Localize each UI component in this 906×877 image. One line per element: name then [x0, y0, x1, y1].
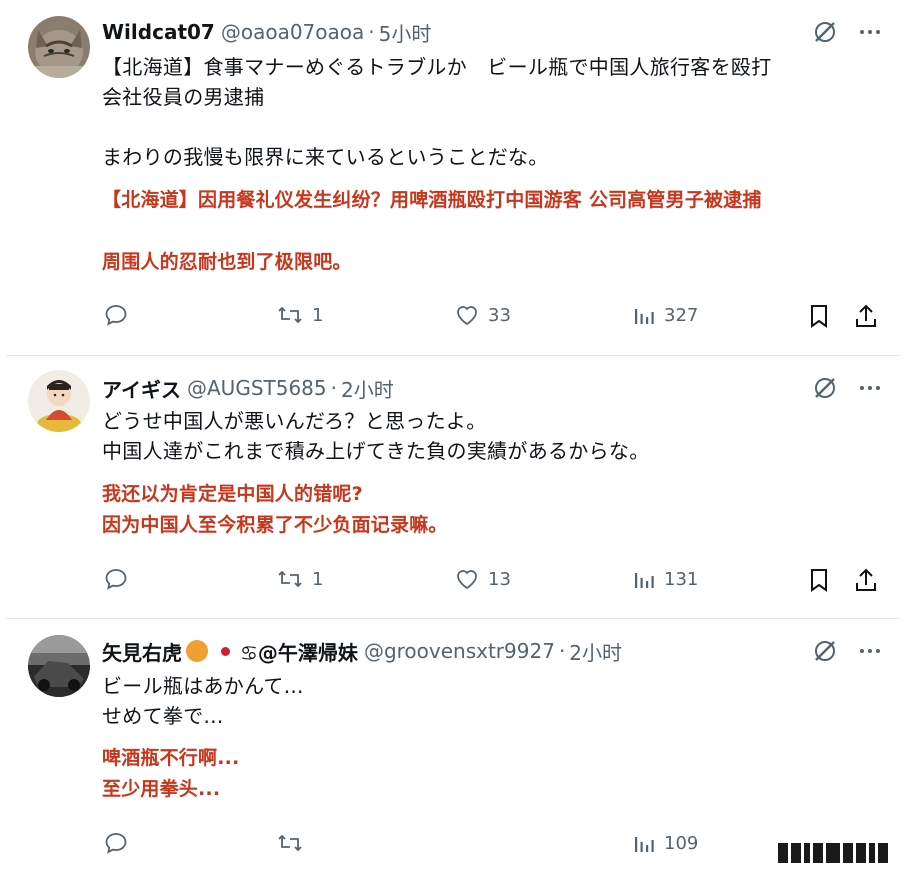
tweet-text-line: 【北海道】食事マナーめぐるトラブルか ビール瓶で中国人旅行客を殴打 — [102, 55, 772, 79]
like-icon — [457, 306, 477, 326]
reply-icon — [105, 305, 127, 326]
like-count: 33 — [488, 304, 511, 326]
reply-button[interactable] — [104, 303, 136, 327]
translation-line: 至少用拳头... — [102, 778, 221, 800]
tweet-top-actions — [812, 374, 882, 402]
orange-circle-badge — [186, 640, 208, 662]
tweet[interactable]: アイギス @AUGST5685 · 2小时 どうせ中国人が悪いんだろ？と思ったよ… — [0, 356, 906, 618]
timestamp[interactable]: 2小时 — [569, 637, 622, 666]
like-button[interactable]: 33 — [454, 303, 511, 327]
avatar[interactable] — [28, 16, 90, 78]
tweet-top-actions — [812, 18, 882, 46]
share-button[interactable] — [854, 567, 878, 593]
tweet-text-line: せめて拳で... — [102, 704, 224, 728]
separator-dot: · — [558, 639, 566, 663]
tweet[interactable]: 矢見右虎 ♋@午澤帰妹 @groovensxtr9927 · 2小时 ビール瓶は… — [0, 619, 906, 877]
tweet-text-line: 会社役員の男逮捕 — [102, 85, 265, 109]
display-name[interactable]: アイギス — [102, 374, 181, 403]
view-count: 327 — [664, 304, 699, 326]
timestamp[interactable]: 2小时 — [341, 374, 394, 403]
like-count: 13 — [488, 568, 511, 590]
display-name[interactable]: Wildcat07 — [102, 20, 215, 44]
translation-line: 【北海道】因用餐礼仪发生纠纷？用啤酒瓶殴打中国游客 公司高管男子被逮捕 — [102, 189, 762, 211]
cat-avatar-image — [28, 16, 90, 78]
grok-icon[interactable] — [812, 638, 838, 664]
tweet-header: 矢見右虎 ♋@午澤帰妹 @groovensxtr9927 · 2小时 — [102, 637, 622, 665]
reply-button[interactable] — [104, 831, 136, 855]
avatar[interactable] — [28, 635, 90, 697]
share-button[interactable] — [854, 303, 878, 329]
tweet-text-line: ビール瓶はあかんて... — [102, 674, 304, 698]
retweet-count: 1 — [312, 568, 324, 590]
retweet-count: 1 — [312, 304, 324, 326]
watermark-bars — [778, 843, 888, 863]
user-handle[interactable]: @AUGST5685 — [187, 376, 327, 400]
tweet-actions: 1 13 131 — [0, 567, 906, 603]
tweet-top-actions — [812, 637, 882, 665]
user-handle[interactable]: @oaoa07oaoa — [221, 20, 364, 44]
photo-avatar-image — [28, 635, 90, 697]
translation-line: 啤酒瓶不行啊... — [102, 747, 240, 769]
grok-icon[interactable] — [812, 19, 838, 45]
reply-icon — [105, 833, 127, 854]
reply-button[interactable] — [104, 567, 136, 591]
retweet-icon — [278, 570, 302, 588]
timestamp[interactable]: 5小时 — [379, 18, 432, 47]
like-icon — [457, 570, 477, 590]
like-button[interactable]: 13 — [454, 567, 511, 591]
views-button[interactable]: 131 — [632, 567, 698, 591]
retweet-button[interactable] — [276, 831, 312, 855]
views-button[interactable]: 327 — [632, 303, 698, 327]
views-icon — [635, 837, 654, 852]
view-count: 109 — [664, 832, 699, 854]
bookmark-button[interactable] — [808, 567, 830, 593]
tweet-actions: 109 — [0, 831, 906, 867]
japan-flag-icon — [214, 642, 236, 660]
retweet-button[interactable]: 1 — [276, 303, 323, 327]
share-icon — [856, 304, 876, 327]
views-icon — [635, 573, 654, 588]
more-icon[interactable] — [858, 639, 882, 663]
retweet-icon — [278, 306, 302, 324]
retweet-button[interactable]: 1 — [276, 567, 323, 591]
reply-icon — [105, 569, 127, 590]
views-button[interactable]: 109 — [632, 831, 698, 855]
separator-dot: · — [368, 20, 375, 44]
bookmark-icon — [811, 305, 827, 328]
retweet-icon — [278, 834, 302, 852]
translation-line: 我还以为肯定是中国人的错呢? — [102, 483, 363, 505]
view-count: 131 — [664, 568, 699, 590]
figure-avatar-image — [28, 370, 90, 432]
tweet-header: アイギス @AUGST5685 · 2小时 — [102, 374, 394, 402]
bookmark-icon — [811, 569, 827, 592]
display-name[interactable]: 矢見右虎 — [102, 637, 182, 666]
grok-icon[interactable] — [812, 375, 838, 401]
tweet-header: Wildcat07 @oaoa07oaoa · 5小时 — [102, 18, 431, 46]
translation-line: 周围人的忍耐也到了极限吧。 — [102, 251, 352, 273]
display-name-suffix[interactable]: ♋@午澤帰妹 — [240, 637, 358, 666]
tweet-text-line: 中国人達がこれまで積み上げてきた負の実績があるからな。 — [102, 439, 650, 463]
views-icon — [635, 309, 654, 324]
share-icon — [856, 568, 876, 591]
tweet-text-line: どうせ中国人が悪いんだろ？と思ったよ。 — [102, 409, 487, 433]
tweet-actions: 1 33 327 — [0, 303, 906, 339]
more-icon[interactable] — [858, 376, 882, 400]
user-handle[interactable]: @groovensxtr9927 — [364, 639, 555, 663]
separator-dot: · — [330, 376, 337, 400]
bookmark-button[interactable] — [808, 303, 830, 329]
tweet[interactable]: Wildcat07 @oaoa07oaoa · 5小时 【北海道】食事マナーめぐ… — [0, 0, 906, 355]
translation-line: 因为中国人至今积累了不少负面记录嘛。 — [102, 514, 448, 536]
more-icon[interactable] — [858, 20, 882, 44]
avatar[interactable] — [28, 370, 90, 432]
tweet-text-line: まわりの我慢も限界に来ているということだな。 — [102, 145, 549, 169]
